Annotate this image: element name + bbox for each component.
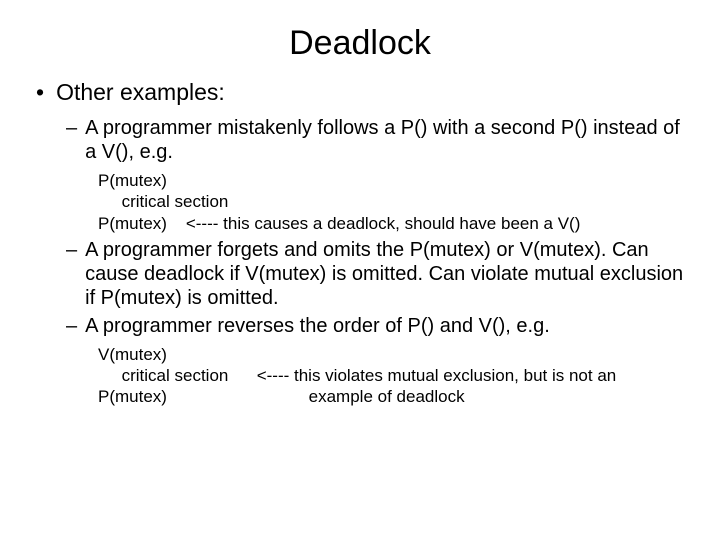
code-line: critical section <---- this violates mut…: [98, 365, 684, 386]
bullet-level-1: • Other examples:: [36, 79, 684, 106]
code-line: P(mutex) <---- this causes a deadlock, s…: [98, 213, 684, 234]
code-line: P(mutex) example of deadlock: [98, 386, 684, 407]
sub-bullet-3-text: A programmer reverses the order of P() a…: [85, 314, 550, 338]
dash-icon: –: [66, 116, 77, 140]
bullet-level-2: – A programmer reverses the order of P()…: [66, 314, 684, 338]
slide-content: • Other examples: – A programmer mistake…: [0, 67, 720, 408]
dash-icon: –: [66, 314, 77, 338]
dash-icon: –: [66, 238, 77, 262]
bullet-level-2: – A programmer mistakenly follows a P() …: [66, 116, 684, 164]
sub-bullet-2-text: A programmer forgets and omits the P(mut…: [85, 238, 684, 310]
code-line: critical section: [98, 191, 684, 212]
code-block-2: V(mutex) critical section <---- this vio…: [98, 344, 684, 408]
bullet-level-2: – A programmer forgets and omits the P(m…: [66, 238, 684, 310]
code-line: P(mutex): [98, 170, 684, 191]
code-line: V(mutex): [98, 344, 684, 365]
bullet-1-text: Other examples:: [56, 79, 225, 106]
sub-bullet-1-text: A programmer mistakenly follows a P() wi…: [85, 116, 684, 164]
bullet-dot-icon: •: [36, 81, 44, 104]
slide-title: Deadlock: [0, 0, 720, 67]
code-block-1: P(mutex) critical section P(mutex) <----…: [98, 170, 684, 234]
